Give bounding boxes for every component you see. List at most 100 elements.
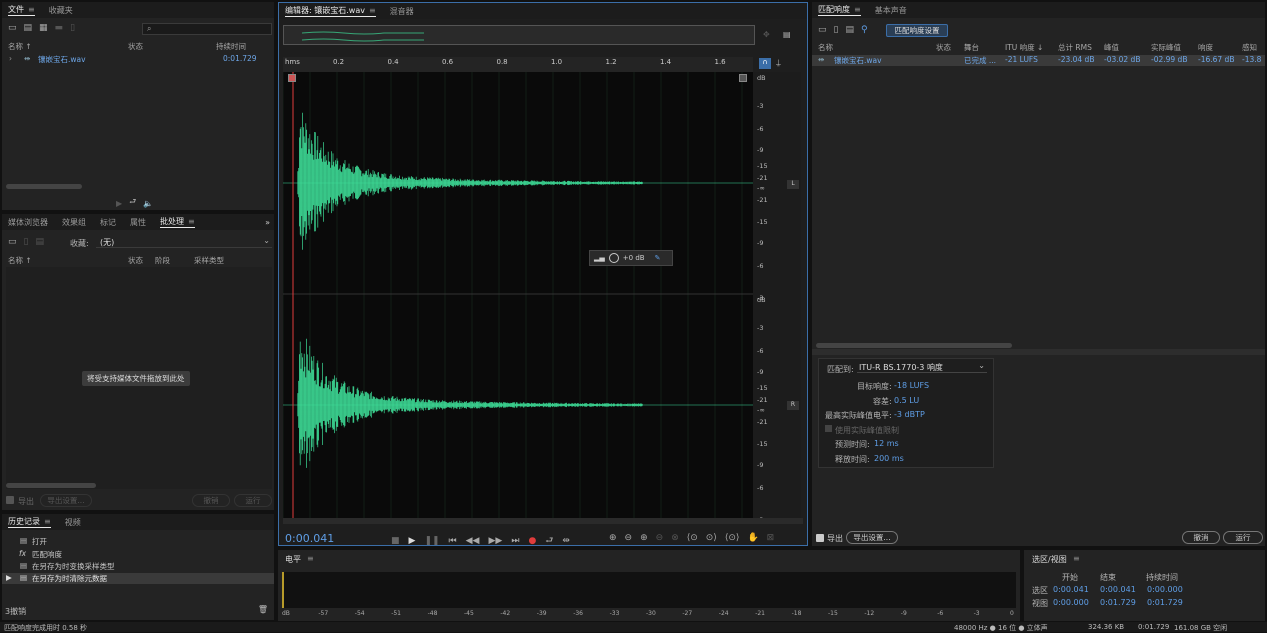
col-stage[interactable]: 阶段 [155, 255, 170, 266]
col-perceived[interactable]: 感知 [1242, 42, 1257, 53]
tab-media-browser[interactable]: 媒体浏览器 [8, 217, 48, 228]
tab-editor[interactable]: 编辑器: 镶嵌宝石.wav ≡ [285, 5, 376, 17]
loudness-row[interactable]: ⇹ 镶嵌宝石.wav 已完成 ... -21 LUFS -23.04 dB -0… [812, 55, 1265, 66]
col-itu[interactable]: ITU 响度 ↓ [1005, 42, 1043, 53]
import-icon[interactable]: ▤ [24, 23, 33, 33]
zoom-full-icon[interactable]: ⊗ [671, 533, 679, 543]
spectral-toggle-icon[interactable]: ▤ [783, 30, 791, 39]
pause-icon[interactable]: ❚❚ [424, 536, 439, 545]
playhead-icon[interactable] [288, 74, 296, 82]
open-folder-icon[interactable]: ▭ [8, 237, 17, 247]
view-duration[interactable]: 0:01.729 [1147, 598, 1183, 607]
target-value[interactable]: -18 LUFS [894, 381, 929, 390]
selection-end[interactable]: 0:00.041 [1100, 585, 1136, 594]
play-icon[interactable]: ▶ [116, 199, 122, 208]
volume-icon[interactable]: 🔈 [143, 199, 153, 208]
loudness-settings-button[interactable]: 匹配响度设置 [886, 24, 948, 37]
tab-video[interactable]: 视频 [65, 517, 81, 528]
col-loudness[interactable]: 响度 [1198, 42, 1213, 53]
limit-checkbox[interactable] [825, 425, 832, 432]
col-stage[interactable]: 舞台 [964, 42, 979, 53]
more-tabs-icon[interactable]: » [265, 218, 270, 227]
export-settings-button[interactable]: 导出设置... [846, 531, 898, 544]
col-sample[interactable]: 采样类型 [194, 255, 224, 266]
zoom-left-icon[interactable]: ⊙⟩ [706, 533, 717, 543]
undo-button[interactable]: 撤销 [192, 494, 230, 507]
waveform-area[interactable] [283, 72, 753, 518]
delete-icon[interactable]: ▯ [834, 25, 839, 35]
col-true-peak[interactable]: 实际峰值 [1151, 42, 1181, 53]
menu-icon[interactable]: ≡ [28, 5, 35, 14]
channel-r-icon[interactable]: R [787, 401, 799, 410]
col-status[interactable]: 状态 [128, 41, 143, 52]
skip-forward-icon[interactable]: ⏭ [511, 536, 519, 545]
tab-markers[interactable]: 标记 [100, 217, 116, 228]
current-time[interactable]: 0:00.041 [285, 532, 334, 545]
zoom-right-icon[interactable]: ⟨⊙⟩ [725, 533, 740, 543]
settings-divider[interactable] [812, 349, 1265, 355]
zoom-selection-icon[interactable]: ⟨⊙ [687, 533, 698, 543]
max-peak-value[interactable]: -3 dBTP [894, 410, 925, 419]
rewind-icon[interactable]: ◀◀ [466, 536, 480, 545]
lookahead-value[interactable]: 12 ms [874, 439, 899, 448]
tab-properties[interactable]: 属性 [130, 217, 146, 228]
view-start[interactable]: 0:00.000 [1053, 598, 1089, 607]
menu-icon[interactable]: ≡ [369, 6, 376, 15]
delete-icon[interactable]: ▯ [70, 23, 75, 33]
export-settings-button[interactable]: 导出设置... [40, 494, 92, 507]
menu-icon[interactable]: ≡ [44, 517, 51, 526]
menu-icon[interactable]: ≡ [188, 217, 195, 226]
open-folder-icon[interactable]: ▭ [818, 25, 827, 35]
release-value[interactable]: 200 ms [874, 454, 904, 463]
headphone-icon[interactable]: ∩ [759, 58, 771, 69]
tab-history[interactable]: 历史记录 ≡ [8, 516, 51, 528]
run-button[interactable]: 运行 [1223, 531, 1263, 544]
tab-effects[interactable]: 效果组 [62, 217, 86, 228]
time-ruler[interactable]: hms 0.2 0.4 0.6 0.8 1.0 1.2 1.4 1.6 [283, 57, 753, 72]
view-end[interactable]: 0:01.729 [1100, 598, 1136, 607]
zoom-in-time-icon[interactable]: ⊕ [640, 533, 648, 543]
tab-essential-sound[interactable]: 基本声音 [875, 5, 907, 16]
open-folder-icon[interactable]: ▭ [8, 23, 17, 33]
col-duration[interactable]: 持续时间 [216, 41, 246, 52]
menu-icon[interactable]: ≡ [854, 5, 861, 14]
copy-icon[interactable]: ▤ [845, 25, 854, 35]
insert-icon[interactable]: ▦ [39, 23, 48, 33]
run-button[interactable]: 运行 [234, 494, 272, 507]
play-icon[interactable]: ▶ [409, 536, 416, 545]
knob-icon[interactable] [608, 253, 619, 263]
overview-strip[interactable] [283, 25, 755, 45]
cancel-button[interactable]: 撤消 [1182, 531, 1220, 544]
fade-handle-icon[interactable] [739, 74, 747, 82]
copy-icon[interactable]: ▤ [35, 237, 44, 247]
col-name[interactable]: 名称 ↑ [8, 255, 32, 266]
file-row[interactable]: › ⇹ 镶嵌宝石.wav 0:01.729 [2, 54, 274, 65]
history-item[interactable]: fx 匹配响度 [2, 549, 274, 560]
selection-start[interactable]: 0:00.041 [1053, 585, 1089, 594]
favorites-select[interactable]: (无) ⌄ [96, 236, 272, 248]
skip-selection-icon[interactable]: ⇹ [562, 536, 570, 545]
col-peak[interactable]: 峰值 [1104, 42, 1119, 53]
loop-icon[interactable]: ⮐ [129, 196, 136, 210]
history-item[interactable]: ▤ 打开 [2, 536, 274, 547]
fast-forward-icon[interactable]: ▶▶ [488, 536, 502, 545]
tab-match-loudness[interactable]: 匹配响度 ≡ [818, 4, 861, 16]
export-checkbox[interactable] [816, 534, 824, 542]
history-item[interactable]: ▤ 在另存为时变换采样类型 [2, 561, 274, 572]
col-status[interactable]: 状态 [936, 42, 951, 53]
match-to-select[interactable]: ITU-R BS.1770-3 响度 ⌄ [857, 361, 987, 373]
h-scrollbar[interactable] [283, 518, 803, 524]
zoom-overview-icon[interactable]: ✥ [763, 30, 770, 39]
menu-icon[interactable]: ≡ [1073, 554, 1080, 563]
tab-mixer[interactable]: 混音器 [390, 6, 414, 17]
zoom-hand-icon[interactable]: ✋ [747, 533, 758, 543]
skip-back-icon[interactable]: ⏮ [449, 536, 457, 545]
col-name[interactable]: 名称 ↑ [8, 41, 32, 52]
stop-icon[interactable]: ■ [391, 536, 400, 545]
tab-files[interactable]: 文件 ≡ [8, 4, 35, 16]
batch-hscroll[interactable] [6, 483, 96, 488]
zoom-out-amplitude-icon[interactable]: ⊖ [625, 533, 633, 543]
history-item[interactable]: ▶ ▤ 在另存为时清除元数据 [2, 573, 274, 584]
menu-icon[interactable]: ≡ [307, 554, 314, 563]
tab-favorites[interactable]: 收藏夹 [49, 5, 73, 16]
